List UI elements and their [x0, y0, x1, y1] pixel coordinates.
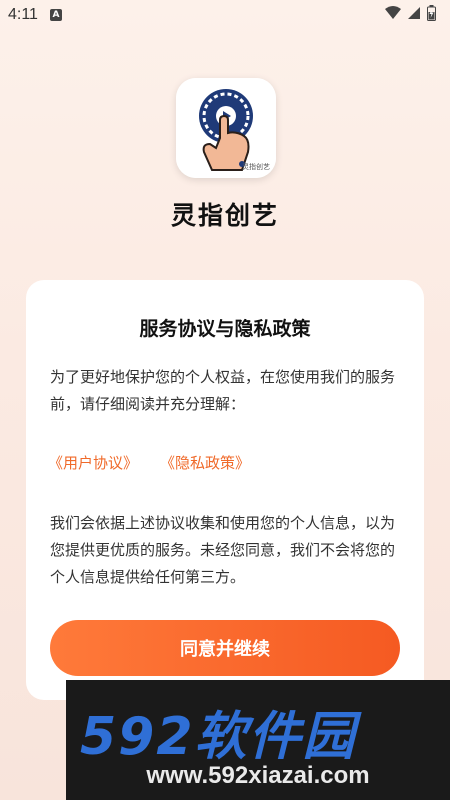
app-icon-badge: 灵指创艺 [242, 163, 270, 171]
user-agreement-link[interactable]: 《用户协议》 [48, 452, 138, 473]
watermark-url: www.592xiazai.com [146, 762, 370, 789]
wifi-icon [385, 6, 401, 24]
status-time: 4:11 [8, 6, 38, 23]
dialog-body: 我们会依据上述协议收集和使用您的个人信息，以为您提供更优质的服务。未经您同意，我… [50, 514, 396, 586]
site-watermark: 592软件园 www.592xiazai.com [66, 680, 450, 800]
dialog-title: 服务协议与隐私政策 [139, 318, 311, 340]
notification-a-icon: A [49, 9, 62, 21]
app-logo: 灵指创艺 [176, 78, 276, 178]
agreement-dialog: 服务协议与隐私政策 为了更好地保护您的个人权益，在您使用我们的服务前，请仔细阅读… [26, 280, 424, 700]
app-name: 灵指创艺 [170, 201, 279, 230]
status-bar: 4:11 A [0, 0, 450, 30]
privacy-policy-link[interactable]: 《隐私政策》 [160, 452, 250, 473]
watermark-brand: 592软件园 [80, 707, 357, 767]
status-icons [385, 5, 436, 25]
dialog-intro: 为了更好地保护您的个人权益，在您使用我们的服务前，请仔细阅读并充分理解： [50, 368, 396, 413]
policy-links: 《用户协议》 《隐私政策》 [48, 452, 250, 473]
signal-icon [407, 6, 421, 24]
agree-continue-button[interactable]: 同意并继续 [50, 620, 400, 676]
battery-icon [427, 5, 436, 25]
